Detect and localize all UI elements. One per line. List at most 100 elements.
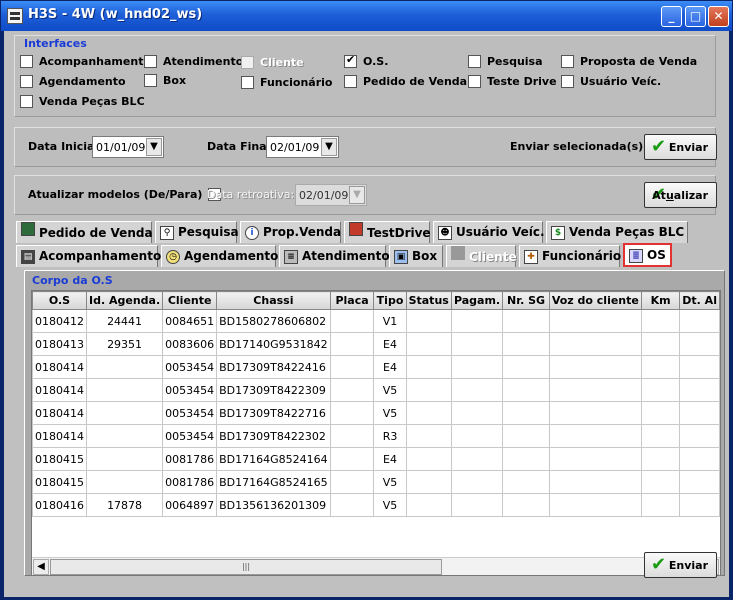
table-cell[interactable] [405, 355, 452, 379]
column-header[interactable]: Placa [329, 291, 375, 310]
table-cell[interactable] [679, 493, 720, 517]
column-header[interactable]: Km [640, 291, 681, 310]
table-cell[interactable] [329, 424, 375, 448]
table-cell[interactable] [679, 355, 720, 379]
column-header[interactable]: Nr. SG [502, 291, 550, 310]
table-cell[interactable] [85, 401, 164, 425]
table-cell[interactable] [640, 493, 681, 517]
table-cell[interactable] [640, 332, 681, 356]
column-header[interactable]: Id. Agenda. [85, 291, 164, 310]
data-final-field[interactable]: 02/01/09 ▼ [266, 136, 339, 158]
table-cell[interactable]: 0053454 [162, 378, 218, 402]
table-cell[interactable] [548, 493, 642, 517]
table-cell[interactable]: 0053454 [162, 401, 218, 425]
table-cell[interactable] [450, 493, 504, 517]
table-cell[interactable] [640, 378, 681, 402]
table-cell[interactable] [548, 401, 642, 425]
close-button[interactable]: ✕ [708, 6, 729, 27]
table-row[interactable]: 0180413 29351 0083606 BD17140G9531842 E4 [32, 332, 720, 356]
table-cell[interactable] [85, 447, 164, 471]
table-cell[interactable]: V5 [373, 470, 407, 494]
atualizar-modelos-checkbox[interactable]: Atualizar modelos (De/Para) [28, 188, 227, 201]
tab-os[interactable]: ≣ OS [623, 243, 672, 267]
table-row[interactable]: 0180415 0081786 BD17164G8524164 E4 [32, 447, 720, 471]
table-cell[interactable] [329, 401, 375, 425]
tab-pesquisa[interactable]: ⚲ Pesquisa [155, 221, 239, 243]
checkbox-box[interactable] [144, 55, 157, 68]
checkbox-box[interactable] [144, 74, 157, 87]
table-cell[interactable] [329, 493, 375, 517]
checkbox-proposta-de-venda[interactable]: Proposta de Venda [561, 55, 697, 68]
table-cell[interactable] [85, 424, 164, 448]
table-cell[interactable]: 0180412 [32, 309, 87, 333]
table-cell[interactable]: 24441 [85, 309, 164, 333]
chevron-down-icon[interactable]: ▼ [321, 138, 337, 156]
table-cell[interactable]: BD17309T8422716 [216, 401, 331, 425]
table-cell[interactable] [548, 424, 642, 448]
table-cell[interactable] [502, 493, 550, 517]
checkbox-box[interactable] [561, 75, 574, 88]
table-cell[interactable]: 0053454 [162, 355, 218, 379]
table-cell[interactable] [329, 332, 375, 356]
table-row[interactable]: 0180416 17878 0064897 BD1356136201309 V5 [32, 493, 720, 517]
table-cell[interactable] [450, 470, 504, 494]
table-cell[interactable]: 0064897 [162, 493, 218, 517]
table-cell[interactable]: E4 [373, 332, 407, 356]
table-cell[interactable] [640, 424, 681, 448]
table-cell[interactable] [450, 424, 504, 448]
table-cell[interactable]: 0083606 [162, 332, 218, 356]
tab-acompanhamento[interactable]: ▤ Acompanhamento [16, 245, 161, 267]
enviar-selecionadas-button[interactable]: ✔ Enviar [644, 134, 717, 160]
table-cell[interactable]: 0180414 [32, 378, 87, 402]
table-cell[interactable] [502, 309, 550, 333]
table-cell[interactable]: 29351 [85, 332, 164, 356]
atualizar-button[interactable]: ✔ Atualizar [644, 182, 717, 208]
tab-atendimento[interactable]: ≡ Atendimento [279, 245, 390, 267]
table-cell[interactable] [329, 378, 375, 402]
table-cell[interactable]: 0180415 [32, 447, 87, 471]
checkbox-pedido-de-venda[interactable]: Pedido de Venda [344, 75, 467, 88]
table-cell[interactable]: BD1580278606802 [216, 309, 331, 333]
table-cell[interactable] [502, 401, 550, 425]
table-cell[interactable] [405, 493, 452, 517]
tab-box[interactable]: ▣ Box [389, 245, 443, 267]
checkbox-atendimento[interactable]: Atendimento [144, 55, 243, 68]
column-header[interactable]: Tipo [373, 291, 407, 310]
table-cell[interactable] [450, 378, 504, 402]
table-cell[interactable]: BD1356136201309 [216, 493, 331, 517]
checkbox-box[interactable] [20, 95, 33, 108]
table-cell[interactable] [679, 424, 720, 448]
table-cell[interactable]: E4 [373, 355, 407, 379]
table-cell[interactable]: V5 [373, 378, 407, 402]
table-row[interactable]: 0180414 0053454 BD17309T8422309 V5 [32, 378, 720, 402]
column-header[interactable]: Status [405, 291, 452, 310]
table-cell[interactable] [329, 355, 375, 379]
horizontal-scrollbar[interactable]: ◀ ||| ▶ [32, 557, 720, 575]
table-cell[interactable]: V5 [373, 401, 407, 425]
table-cell[interactable] [679, 309, 720, 333]
table-cell[interactable] [405, 470, 452, 494]
table-cell[interactable] [640, 447, 681, 471]
column-header[interactable]: Chassi [216, 291, 331, 310]
table-cell[interactable] [502, 470, 550, 494]
table-cell[interactable] [640, 355, 681, 379]
table-cell[interactable] [679, 401, 720, 425]
table-cell[interactable]: BD17309T8422309 [216, 378, 331, 402]
table-cell[interactable]: BD17309T8422302 [216, 424, 331, 448]
table-cell[interactable]: 0081786 [162, 447, 218, 471]
table-cell[interactable]: 0180415 [32, 470, 87, 494]
table-cell[interactable] [405, 378, 452, 402]
checkbox-box-checked[interactable] [344, 53, 357, 68]
table-cell[interactable]: 17878 [85, 493, 164, 517]
table-cell[interactable]: 0081786 [162, 470, 218, 494]
checkbox-agendamento[interactable]: Agendamento [20, 75, 126, 88]
checkbox-os[interactable]: O.S. [344, 53, 388, 68]
table-cell[interactable] [405, 401, 452, 425]
table-cell[interactable]: BD17164G8524164 [216, 447, 331, 471]
table-cell[interactable] [679, 470, 720, 494]
table-cell[interactable]: 0180414 [32, 355, 87, 379]
tab-funcionario[interactable]: ✚ Funcionário [519, 245, 621, 267]
table-cell[interactable] [502, 424, 550, 448]
table-cell[interactable] [85, 378, 164, 402]
column-header[interactable]: O.S [32, 291, 87, 310]
